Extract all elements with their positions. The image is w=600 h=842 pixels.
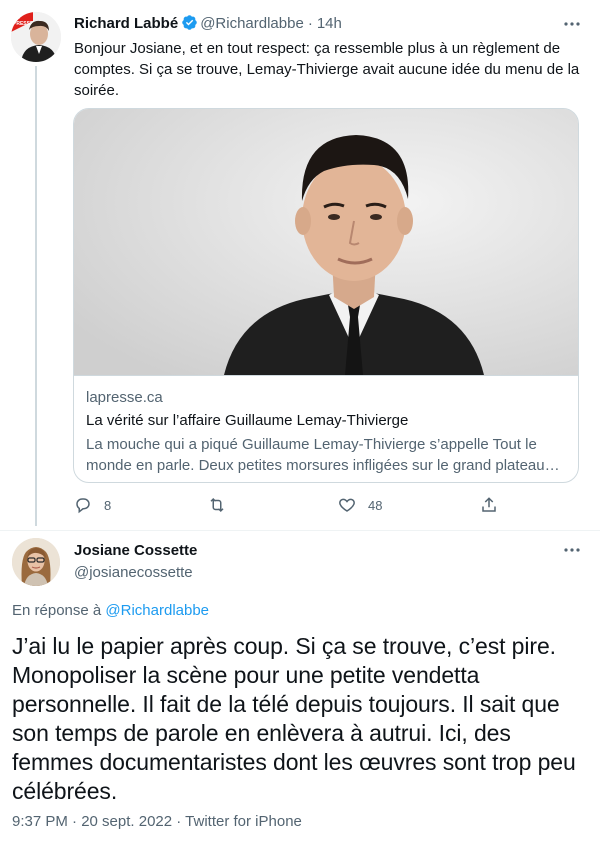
like-button[interactable]: 48 [338, 494, 382, 516]
tweet-text: J’ai lu le papier après coup. Si ça se t… [12, 633, 576, 804]
reply-icon [76, 498, 90, 514]
author-handle[interactable]: @Richardlabbe [200, 15, 304, 32]
more-options-icon[interactable] [560, 14, 584, 34]
tweet-richard-labbe[interactable]: LA PRESSE Richard Labbé @Richardlabbe · 14h… [0, 0, 600, 530]
share-button[interactable] [480, 494, 510, 516]
reply-button[interactable]: 8 [74, 494, 111, 516]
tweet-header: Richard Labbé @Richardlabbe · 14h [74, 14, 342, 35]
retweet-icon [210, 497, 224, 513]
card-domain: lapresse.ca [86, 389, 163, 406]
reply-context: En réponse à @Richardlabbe [12, 602, 209, 619]
divider [0, 530, 600, 531]
link-preview-card[interactable]: lapresse.ca La vérité sur l’affaire Guil… [73, 108, 579, 483]
card-description: La mouche qui a piqué Guillaume Lemay-Th… [86, 436, 560, 474]
tweet-meta[interactable]: 9:37 PM · 20 sept. 2022 · Twitter for iP… [12, 813, 302, 830]
card-body[interactable]: lapresse.ca La vérité sur l’affaire Guil… [74, 375, 578, 482]
avatar-portrait-icon [12, 538, 60, 586]
author-name[interactable]: Josiane Cossette [74, 542, 197, 559]
author-handle[interactable]: @josianecossette [74, 564, 193, 581]
verified-badge-icon [181, 14, 198, 35]
tweet-actions: 8 48 [74, 494, 514, 518]
dot-separator: · [307, 15, 313, 32]
card-image[interactable] [74, 109, 578, 375]
more-options-icon[interactable] [560, 540, 584, 560]
tweet-time[interactable]: 14h [317, 15, 342, 32]
tweet-text: Bonjour Josiane, et en tout respect: ça … [74, 40, 580, 99]
heart-icon [339, 498, 355, 512]
card-title: La vérité sur l’affaire Guillaume Lemay-… [86, 412, 409, 429]
author-name[interactable]: Richard Labbé [74, 15, 178, 32]
avatar[interactable] [12, 538, 60, 586]
reply-to-link[interactable]: @Richardlabbe [105, 602, 209, 619]
share-icon [482, 497, 496, 512]
reply-count: 8 [104, 497, 112, 513]
avatar[interactable]: LA PRESSE [11, 12, 61, 62]
avatar-portrait-icon: LA PRESSE [11, 12, 61, 62]
portrait-photo-icon [74, 109, 578, 375]
like-count: 48 [368, 497, 383, 513]
retweet-button[interactable] [206, 494, 240, 516]
reply-prefix: En réponse à [12, 602, 102, 619]
